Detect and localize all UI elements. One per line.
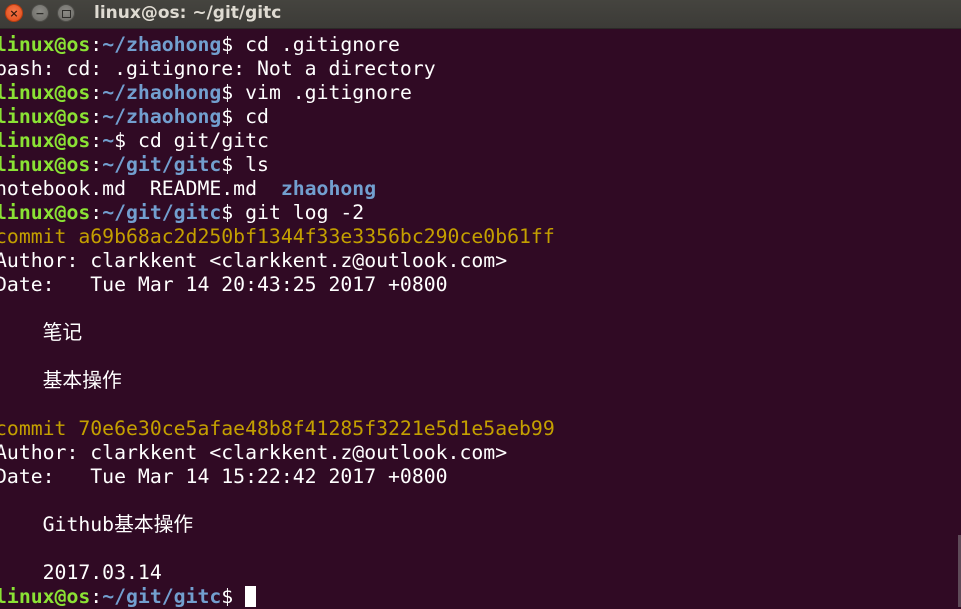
- prompt-separator: :: [90, 201, 103, 224]
- command-text: [233, 585, 245, 608]
- prompt-user: linux@os: [0, 81, 91, 104]
- command-text: vim .gitignore: [233, 81, 412, 104]
- prompt-user: linux@os: [0, 129, 91, 152]
- output-text: Author: clarkkent <clarkkent.z@outlook.c…: [0, 249, 508, 272]
- output-text: bash: cd: .gitignore: Not a directory: [0, 57, 436, 80]
- prompt-path: ~/zhaohong: [102, 81, 222, 104]
- prompt-symbol: $: [221, 81, 234, 104]
- prompt-path: ~/git/gitc: [102, 201, 222, 224]
- window-title: linux@os: ~/git/gitc: [94, 3, 282, 23]
- terminal-line: Date: Tue Mar 14 15:22:42 2017 +0800: [0, 465, 961, 489]
- terminal-line: commit 70e6e30ce5afae48b8f41285f3221e5d1…: [0, 417, 961, 441]
- output-text: Date: Tue Mar 14 15:22:42 2017 +0800: [0, 465, 448, 488]
- prompt-path: ~/zhaohong: [102, 33, 222, 56]
- prompt-user: linux@os: [0, 201, 91, 224]
- prompt-separator: :: [90, 129, 103, 152]
- output-text: Author: clarkkent <clarkkent.z@outlook.c…: [0, 441, 508, 464]
- terminal-line: linux@os:~/zhaohong$ vim .gitignore: [0, 81, 961, 105]
- terminal-line: 笔记: [0, 321, 961, 345]
- terminal-line: linux@os:~/git/gitc$: [0, 585, 961, 609]
- prompt-user: linux@os: [0, 585, 91, 608]
- prompt-symbol: $: [221, 153, 234, 176]
- prompt-path: ~/zhaohong: [102, 105, 222, 128]
- command-text: cd: [233, 105, 269, 128]
- ls-directory: zhaohong: [280, 177, 377, 200]
- terminal-line: linux@os:~/git/gitc$ ls: [0, 153, 961, 177]
- terminal-line: notebook.md README.md zhaohong: [0, 177, 961, 201]
- ls-files: notebook.md README.md: [0, 177, 281, 200]
- command-text: cd git/gitc: [126, 129, 269, 152]
- output-text: Github基本操作: [0, 513, 194, 536]
- commit-hash-line: commit a69b68ac2d250bf1344f33e3356bc290c…: [0, 225, 555, 248]
- terminal-output[interactable]: linux@os:~/zhaohong$ cd .gitignore bash: …: [0, 33, 961, 609]
- terminal-line: Author: clarkkent <clarkkent.z@outlook.c…: [0, 441, 961, 465]
- title-bar: × − linux@os: ~/git/gitc: [0, 0, 961, 29]
- output-text: 基本操作: [0, 369, 122, 392]
- output-text: 笔记: [0, 321, 83, 344]
- prompt-separator: :: [90, 153, 103, 176]
- terminal-line: Github基本操作: [0, 513, 961, 537]
- command-text: cd .gitignore: [233, 33, 400, 56]
- minimize-icon[interactable]: −: [31, 4, 49, 22]
- terminal-line: 基本操作: [0, 369, 961, 393]
- prompt-path: ~/git/gitc: [102, 153, 222, 176]
- close-icon[interactable]: ×: [5, 4, 23, 22]
- terminal-line: Date: Tue Mar 14 20:43:25 2017 +0800: [0, 273, 961, 297]
- prompt-user: linux@os: [0, 105, 91, 128]
- prompt-separator: :: [90, 585, 103, 608]
- terminal-line: linux@os:~/zhaohong$ cd: [0, 105, 961, 129]
- terminal-line: linux@os:~/zhaohong$ cd .gitignore: [0, 33, 961, 57]
- prompt-symbol: $: [221, 33, 234, 56]
- prompt-symbol: $: [221, 105, 234, 128]
- terminal-line: Author: clarkkent <clarkkent.z@outlook.c…: [0, 249, 961, 273]
- prompt-symbol: $: [221, 585, 234, 608]
- prompt-user: linux@os: [0, 153, 91, 176]
- terminal-line: 2017.03.14: [0, 561, 961, 585]
- command-text: ls: [233, 153, 269, 176]
- output-text: Date: Tue Mar 14 20:43:25 2017 +0800: [0, 273, 448, 296]
- prompt-separator: :: [90, 33, 103, 56]
- prompt-symbol: $: [114, 129, 127, 152]
- prompt-path: ~/git/gitc: [102, 585, 222, 608]
- commit-hash-line: commit 70e6e30ce5afae48b8f41285f3221e5d1…: [0, 417, 555, 440]
- prompt-separator: :: [90, 81, 103, 104]
- terminal-line: commit a69b68ac2d250bf1344f33e3356bc290c…: [0, 225, 961, 249]
- text-cursor: [245, 586, 257, 607]
- prompt-symbol: $: [221, 201, 234, 224]
- command-text: git log -2: [233, 201, 365, 224]
- terminal-line: linux@os:~$ cd git/gitc: [0, 129, 961, 153]
- output-text: 2017.03.14: [0, 561, 162, 584]
- prompt-separator: :: [90, 105, 103, 128]
- prompt-user: linux@os: [0, 33, 91, 56]
- terminal-line: bash: cd: .gitignore: Not a directory: [0, 57, 961, 81]
- terminal-line: linux@os:~/git/gitc$ git log -2: [0, 201, 961, 225]
- prompt-path: ~: [102, 129, 115, 152]
- maximize-icon[interactable]: [57, 4, 75, 22]
